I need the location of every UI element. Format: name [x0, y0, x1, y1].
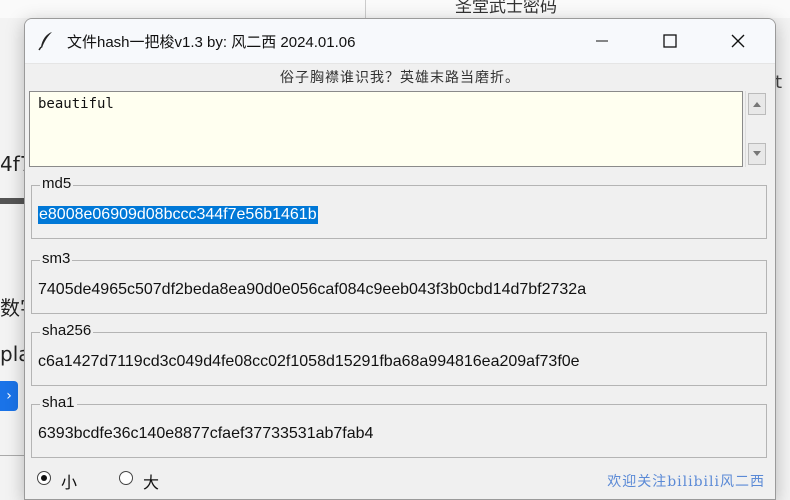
sm3-value[interactable]: 7405de4965c507df2beda8ea90d0e056caf084c9… — [38, 281, 586, 299]
sha1-value[interactable]: 6393bcdfe36c140e8877cfaef37733531ab7fab4 — [38, 425, 373, 443]
radio-uppercase-label[interactable]: 大写 — [143, 469, 159, 499]
background-app-topbar — [0, 0, 365, 18]
background-blue-button-glyph: › — [6, 388, 12, 404]
input-scrollbar[interactable] — [745, 91, 768, 167]
slogan-text: 俗子胸襟谁识我？英雄末路当磨折。 — [280, 70, 520, 86]
window-title: 文件hash一把梭v1.3 by: 风二西 2024.01.06 — [67, 34, 356, 51]
background-text-right: t — [775, 72, 783, 93]
background-bar — [0, 198, 24, 204]
close-button[interactable] — [715, 19, 761, 63]
sha1-group: sha1 6393bcdfe36c140e8877cfaef37733531ab… — [31, 394, 767, 458]
maximize-icon — [663, 34, 677, 48]
input-textarea[interactable]: beautiful — [29, 91, 743, 167]
radio-lowercase-label[interactable]: 小写 — [61, 469, 77, 499]
sha1-label: sha1 — [40, 394, 77, 411]
md5-label: md5 — [40, 175, 74, 192]
credit-text: 欢迎关注bilibili风二西 — [607, 474, 765, 490]
background-blue-button[interactable]: › — [0, 381, 18, 411]
title-bar[interactable]: 文件hash一把梭v1.3 by: 风二西 2024.01.06 — [25, 19, 775, 64]
input-area: beautiful — [29, 91, 769, 169]
sha256-label: sha256 — [40, 322, 94, 339]
hash-tool-window: 文件hash一把梭v1.3 by: 风二西 2024.01.06 俗子胸襟谁识我… — [24, 18, 776, 500]
sm3-group: sm3 7405de4965c507df2beda8ea90d0e056caf0… — [31, 250, 767, 314]
minimize-icon — [596, 40, 608, 42]
close-icon — [731, 34, 745, 48]
scroll-up-button[interactable] — [748, 93, 766, 115]
triangle-up-icon — [753, 102, 761, 107]
radio-lowercase[interactable] — [37, 471, 51, 485]
triangle-down-icon — [753, 151, 761, 156]
sha256-value[interactable]: c6a1427d7119cd3c049d4fe08cc02f1058d15291… — [38, 353, 580, 371]
maximize-button[interactable] — [647, 19, 693, 63]
background-app-panel — [366, 0, 790, 18]
background-divider — [365, 0, 366, 18]
sha256-group: sha256 c6a1427d7119cd3c049d4fe08cc02f105… — [31, 322, 767, 386]
background-text-top: 圣堂武士密码 — [455, 0, 557, 17]
radio-uppercase[interactable] — [119, 471, 133, 485]
scroll-down-button[interactable] — [748, 143, 766, 165]
minimize-button[interactable] — [579, 19, 625, 63]
feather-icon — [38, 32, 52, 51]
md5-group: md5 e8008e06909d08bccc344f7e56b1461b — [31, 175, 767, 239]
sm3-label: sm3 — [40, 250, 73, 267]
md5-value[interactable]: e8008e06909d08bccc344f7e56b1461b — [38, 206, 318, 224]
background-divider-2 — [0, 455, 24, 456]
